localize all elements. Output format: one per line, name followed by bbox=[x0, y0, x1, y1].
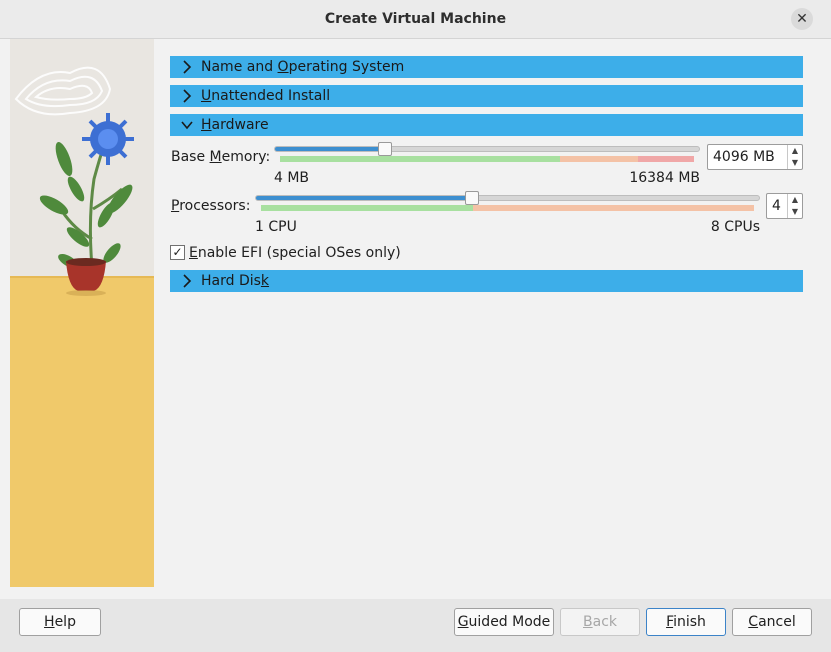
slider-fill bbox=[275, 147, 385, 151]
section-name-and-os[interactable]: Name and Operating System bbox=[170, 56, 803, 78]
scale-recommended bbox=[261, 205, 473, 211]
arrow-down-icon[interactable]: ▼ bbox=[788, 157, 802, 169]
enable-efi-label[interactable]: Enable EFI (special OSes only) bbox=[189, 244, 401, 262]
base-memory-label: Base Memory: bbox=[171, 149, 271, 165]
section-label: Hardware bbox=[201, 117, 269, 133]
finish-button[interactable]: Finish bbox=[646, 608, 726, 636]
scale-recommended bbox=[280, 156, 560, 162]
spin-arrows[interactable]: ▲ ▼ bbox=[787, 145, 802, 169]
memory-spinbox[interactable]: 4096 MB ▲ ▼ bbox=[707, 144, 803, 170]
slider-handle[interactable] bbox=[378, 142, 392, 156]
back-button[interactable]: Back bbox=[560, 608, 640, 636]
processors-scale bbox=[261, 205, 754, 211]
processors-slider[interactable] bbox=[255, 191, 760, 205]
section-hard-disk[interactable]: Hard Disk bbox=[170, 270, 803, 292]
memory-value: 4096 MB bbox=[713, 149, 775, 165]
memory-scale bbox=[280, 156, 694, 162]
scale-danger bbox=[638, 156, 694, 162]
section-hardware[interactable]: Hardware bbox=[170, 114, 803, 136]
enable-efi-checkbox[interactable]: ✓ bbox=[170, 245, 185, 260]
help-button[interactable]: Help bbox=[19, 608, 101, 636]
memory-max-label: 16384 MB bbox=[629, 170, 700, 186]
chevron-right-icon bbox=[183, 89, 192, 103]
section-unattended-install[interactable]: Unattended Install bbox=[170, 85, 803, 107]
cancel-button[interactable]: Cancel bbox=[732, 608, 812, 636]
wizard-illustration bbox=[10, 39, 154, 587]
checkmark-icon: ✓ bbox=[172, 245, 183, 259]
window-title: Create Virtual Machine bbox=[324, 11, 507, 27]
scale-caution bbox=[560, 156, 638, 162]
processors-value: 4 bbox=[772, 198, 781, 214]
arrow-up-icon[interactable]: ▲ bbox=[788, 194, 802, 206]
arrow-up-icon[interactable]: ▲ bbox=[788, 145, 802, 157]
processors-label: Processors: bbox=[171, 198, 251, 214]
slider-fill bbox=[256, 196, 472, 200]
processors-max-label: 8 CPUs bbox=[710, 219, 760, 235]
section-label: Name and Operating System bbox=[201, 59, 405, 75]
base-memory-slider[interactable] bbox=[274, 142, 700, 156]
scale-caution bbox=[473, 205, 754, 211]
section-label: Unattended Install bbox=[201, 88, 331, 104]
potted-plant-illustration bbox=[10, 39, 154, 587]
close-button[interactable]: ✕ bbox=[791, 8, 813, 30]
memory-min-label: 4 MB bbox=[274, 170, 310, 186]
chevron-right-icon bbox=[183, 60, 192, 74]
chevron-down-icon bbox=[181, 121, 193, 130]
slider-handle[interactable] bbox=[465, 191, 479, 205]
processors-min-label: 1 CPU bbox=[255, 219, 297, 235]
guided-mode-button[interactable]: Guided Mode bbox=[454, 608, 554, 636]
title-bar: Create Virtual Machine ✕ bbox=[0, 0, 831, 39]
close-icon: ✕ bbox=[796, 11, 808, 27]
chevron-right-icon bbox=[183, 274, 192, 288]
arrow-down-icon[interactable]: ▼ bbox=[788, 206, 802, 218]
spin-arrows[interactable]: ▲ ▼ bbox=[787, 194, 802, 218]
section-label: Hard Disk bbox=[201, 273, 270, 289]
processors-spinbox[interactable]: 4 ▲ ▼ bbox=[766, 193, 803, 219]
